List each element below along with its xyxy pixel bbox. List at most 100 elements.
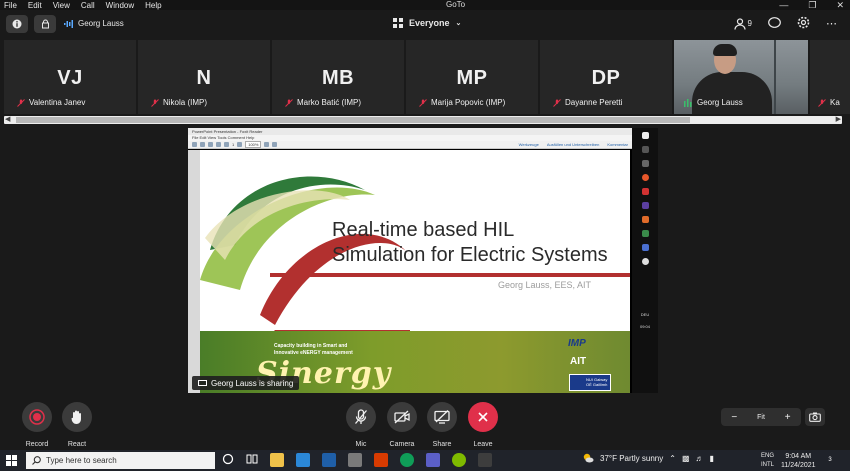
camera-button[interactable]: Camera	[387, 402, 417, 448]
notification-icon[interactable]: 3	[823, 453, 837, 467]
remote-taskbar: DEU 09:04	[632, 128, 658, 393]
zoom-in-button[interactable]: +	[774, 412, 801, 423]
participant-tile[interactable]: Ka	[810, 40, 850, 114]
speaker-icon[interactable]: ♬	[696, 454, 704, 463]
audio-level-icon	[64, 19, 73, 28]
battery-icon[interactable]: ▮	[710, 454, 714, 463]
security-button[interactable]	[34, 15, 56, 33]
office-icon[interactable]	[374, 453, 388, 467]
share-button[interactable]: Share	[427, 402, 457, 448]
participant-initials: DP	[591, 67, 621, 89]
windows-start-icon[interactable]	[6, 455, 17, 468]
participant-tile[interactable]: MB Marko Batić (IMP)	[272, 40, 404, 114]
scroll-left-icon[interactable]: ◀	[5, 115, 10, 123]
participant-initials: MP	[456, 67, 488, 89]
clock-date: 11/24/2021	[781, 462, 816, 469]
more-options-icon[interactable]: ⋯	[826, 17, 838, 30]
leave-circle	[468, 402, 498, 432]
camera-off-icon	[394, 410, 410, 424]
lang-line: INTL	[761, 462, 775, 468]
info-button[interactable]	[6, 15, 28, 33]
file-explorer-icon[interactable]	[270, 453, 284, 467]
active-speaker: Georg Lauss	[64, 19, 124, 28]
participant-name: Marija Popovic (IMP)	[431, 98, 506, 107]
windows-start-icon	[641, 132, 649, 139]
participant-name-row: Valentina Janev	[17, 98, 85, 107]
pdf-toolbar: 1 100% Werkzeuge Ausfüllen und Unterschr…	[188, 141, 632, 149]
participant-name-row: Nikola (IMP)	[151, 98, 207, 107]
record-icon	[29, 409, 45, 425]
pdf-sidebar	[188, 150, 200, 393]
edge-icon[interactable]	[400, 453, 414, 467]
record-circle	[22, 402, 52, 432]
cortana-icon[interactable]	[222, 453, 234, 467]
zoom-fit-button[interactable]: Fit	[748, 414, 775, 421]
menu-call[interactable]: Call	[81, 1, 95, 10]
store-icon[interactable]	[296, 453, 310, 467]
scrollbar-thumb[interactable]	[16, 117, 690, 123]
mic-muted-icon	[285, 98, 293, 107]
mic-muted-icon	[553, 98, 561, 107]
mail-icon[interactable]	[322, 453, 336, 467]
snapshot-button[interactable]	[805, 408, 825, 426]
participant-initials: N	[196, 67, 212, 89]
firefox-icon	[641, 174, 649, 181]
taskbar-clock[interactable]: 9:04 AM 11/24/2021	[781, 452, 816, 470]
mic-button[interactable]: Mic	[346, 402, 376, 448]
scroll-right-icon[interactable]: ▶	[836, 115, 841, 123]
language-indicator[interactable]: ENG INTL	[761, 452, 774, 470]
menu-edit[interactable]: Edit	[28, 1, 42, 10]
chevron-up-icon[interactable]: ⌃	[669, 454, 676, 463]
teams-icon[interactable]	[426, 453, 440, 467]
toolbar-icon	[237, 142, 243, 147]
menu-window[interactable]: Window	[106, 1, 134, 10]
record-button[interactable]: Record	[22, 402, 52, 448]
title-underline	[270, 273, 630, 277]
restore-icon[interactable]: ❐	[808, 0, 816, 10]
search-placeholder: Type here to search	[46, 456, 117, 465]
participant-video-tile[interactable]: Georg Lauss	[674, 40, 808, 114]
minimize-icon[interactable]: —	[779, 0, 788, 10]
participant-name: Ka	[830, 98, 840, 107]
call-controls: Record React Mic Camera Share Leave − Fi…	[0, 396, 850, 448]
network-icon[interactable]: ▩	[682, 454, 690, 463]
shared-screen: PowerPoint Presentation - Foxit Reader F…	[188, 128, 658, 393]
screen-share-icon	[198, 379, 207, 386]
react-button[interactable]: React	[62, 402, 92, 448]
audience-selector[interactable]: Everyone ⌄	[393, 18, 461, 28]
zoom-out-button[interactable]: −	[721, 412, 748, 423]
weather-text[interactable]: 37°F Partly sunny	[600, 454, 663, 463]
lock-icon	[41, 19, 49, 29]
participant-tile[interactable]: MP Marija Popovic (IMP)	[406, 40, 538, 114]
taskbar-search-input[interactable]: Type here to search	[26, 452, 215, 469]
toolbar-links: Werkzeuge Ausfüllen und Unterschreiben K…	[519, 142, 628, 147]
goto-icon[interactable]	[452, 453, 466, 467]
menu-help[interactable]: Help	[145, 1, 161, 10]
menu-file[interactable]: File	[4, 1, 17, 10]
participants-button[interactable]: 9	[733, 17, 752, 30]
menu-bar: File Edit View Call Window Help GoTo — ❐…	[0, 0, 850, 10]
active-speaker-name: Georg Lauss	[78, 19, 124, 28]
participant-tile[interactable]: VJ Valentina Janev	[4, 40, 136, 114]
toolbar-icon	[208, 142, 213, 147]
slide-subtitle: Georg Lauss, EES, AIT	[498, 280, 592, 290]
gear-icon[interactable]	[797, 16, 810, 31]
windows-taskbar: Type here to search 37°F Partly sunny ⌃ …	[0, 450, 850, 471]
window-controls: — ❐ ✕	[779, 0, 844, 10]
toolbar-icon	[216, 142, 221, 147]
close-icon[interactable]: ✕	[836, 0, 844, 10]
participant-strip-scrollbar[interactable]: ◀ ▶	[4, 116, 842, 124]
settings-icon[interactable]	[348, 453, 362, 467]
leave-button[interactable]: Leave	[468, 402, 498, 448]
taskview-icon[interactable]	[246, 453, 258, 467]
audio-level-icon	[684, 98, 692, 107]
app-icon[interactable]	[478, 453, 492, 467]
slide-title-line: Simulation for Electric Systems	[332, 244, 608, 266]
search-icon	[32, 456, 41, 465]
chat-icon[interactable]	[768, 16, 781, 31]
participant-tile[interactable]: DP Dayanne Peretti	[540, 40, 672, 114]
screen-share-off-icon	[434, 410, 450, 424]
slide-title: Real-time based HIL Simulation for Elect…	[332, 218, 608, 268]
menu-view[interactable]: View	[53, 1, 70, 10]
participant-tile[interactable]: N Nikola (IMP)	[138, 40, 270, 114]
